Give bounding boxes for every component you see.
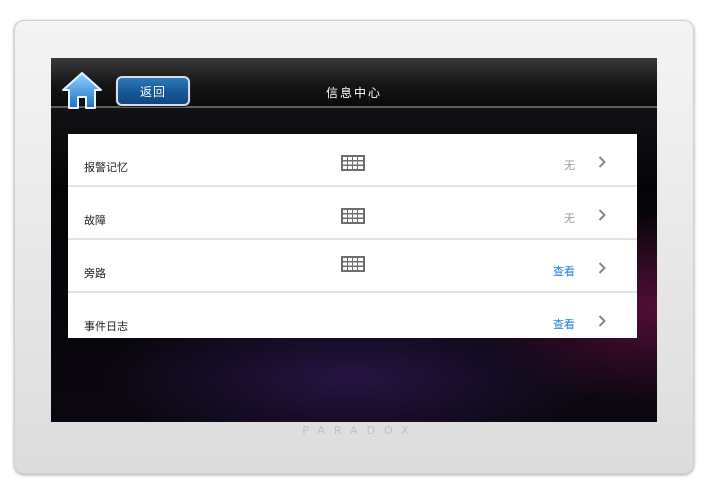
list-item-trouble[interactable]: 故障 无 (68, 187, 637, 240)
list-item-event-log[interactable]: 事件日志 查看 (68, 293, 637, 338)
list-item-label: 报警记忆 (84, 161, 128, 174)
chevron-right-icon (598, 156, 606, 168)
home-button[interactable] (60, 70, 104, 110)
chevron-right-icon (598, 209, 606, 221)
keypad-icon (341, 208, 365, 224)
chevron-right-icon (598, 315, 606, 327)
event-log-view-link[interactable]: 查看 (553, 316, 575, 332)
alarm-memory-value: 无 (564, 159, 575, 172)
list-item-alarm-memory[interactable]: 报警记忆 无 (68, 134, 637, 187)
home-icon (62, 72, 102, 109)
list-item-label: 事件日志 (84, 320, 128, 333)
trouble-value: 无 (564, 212, 575, 225)
list-item-bypass[interactable]: 旁路 查看 (68, 240, 637, 293)
info-list: 报警记忆 无 故障 无 旁路 查看 事件日志 查看 (68, 134, 637, 338)
keypad-icon (341, 155, 365, 171)
chevron-right-icon (598, 262, 606, 274)
list-item-label: 旁路 (84, 267, 106, 280)
page-title: 信息中心 (325, 86, 382, 100)
keypad-icon (341, 256, 365, 272)
list-item-label: 故障 (84, 214, 106, 227)
touch-screen: 返回 信息中心 报警记忆 无 故障 无 旁路 查看 事件日志 查看 (51, 58, 657, 422)
header-bar: 返回 信息中心 (51, 58, 657, 110)
back-button[interactable]: 返回 (116, 76, 190, 106)
brand-logo: PARADOX (302, 424, 418, 437)
bypass-view-link[interactable]: 查看 (553, 263, 575, 279)
